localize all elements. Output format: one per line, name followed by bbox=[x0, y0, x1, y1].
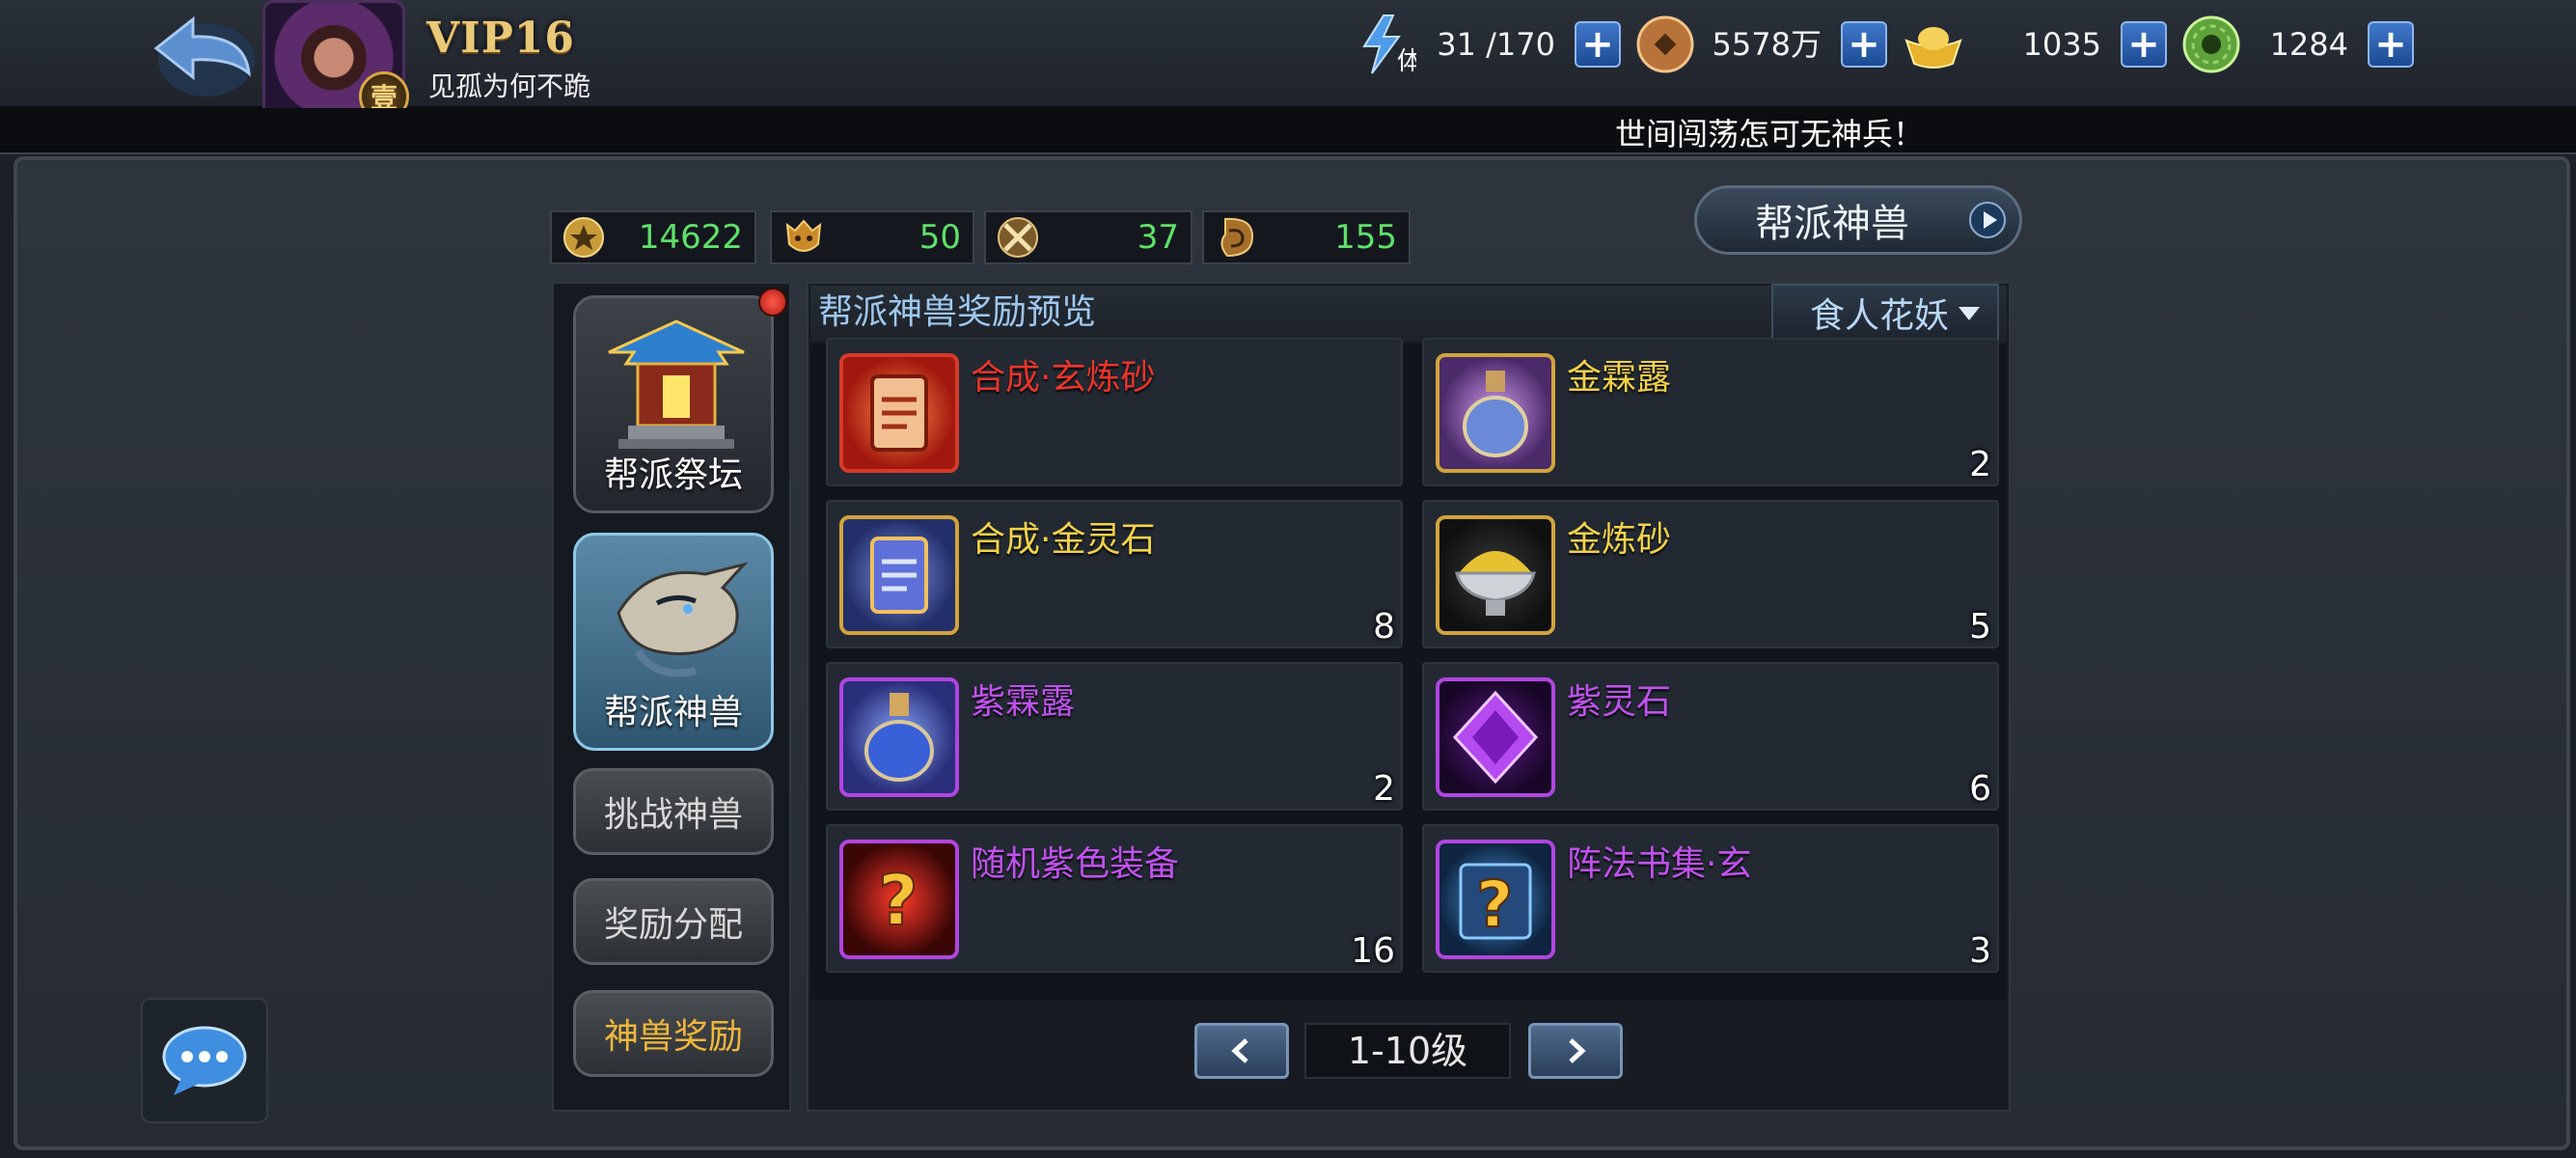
tab-beast-reward[interactable]: 神兽奖励 bbox=[573, 990, 774, 1077]
item-count: 16 bbox=[1351, 931, 1395, 971]
stamina-lightning-icon: 体 bbox=[1355, 14, 1416, 75]
stamina-resource: 体 31 /170 + bbox=[1355, 14, 1621, 75]
scroll-token-icon bbox=[1214, 215, 1258, 260]
item-count: 5 bbox=[1969, 607, 1991, 647]
gold-ingot-icon bbox=[1903, 14, 1964, 75]
random-equipment-icon: ? bbox=[839, 840, 959, 959]
announcement-bar: 世间闯荡怎可无神兵！ bbox=[0, 108, 2576, 154]
jade-coin-icon bbox=[2180, 14, 2242, 75]
beast-select-dropdown[interactable]: 食人花妖 bbox=[1771, 284, 1999, 342]
add-stamina-button[interactable]: + bbox=[1575, 21, 1621, 68]
gold-potion-icon bbox=[1436, 353, 1555, 473]
svg-text:体: 体 bbox=[1397, 47, 1416, 75]
item-count: 2 bbox=[1373, 769, 1395, 809]
purple-potion-icon bbox=[839, 677, 959, 797]
add-jade-button[interactable]: + bbox=[2368, 21, 2414, 68]
item-name: 紫霖露 bbox=[971, 682, 1076, 722]
guild-beast-title-button[interactable]: 帮派神兽 bbox=[1694, 185, 2022, 255]
beast-head-icon bbox=[781, 215, 826, 260]
reward-item[interactable]: 2 金霖露 bbox=[1422, 338, 1999, 486]
copper-resource: 5578万 + bbox=[1634, 14, 1887, 75]
guild-contribution-icon bbox=[562, 215, 606, 260]
add-gold-button[interactable]: + bbox=[2121, 21, 2167, 68]
svg-text:?: ? bbox=[1476, 868, 1513, 942]
copper-coin-icon bbox=[1634, 14, 1696, 75]
svg-text:?: ? bbox=[878, 860, 918, 941]
stat-token: 155 bbox=[1202, 210, 1411, 264]
add-copper-button[interactable]: + bbox=[1841, 21, 1887, 68]
item-count: 3 bbox=[1969, 931, 1991, 971]
vip-level: VIP16 bbox=[426, 14, 576, 63]
random-book-icon: ? bbox=[1436, 840, 1555, 959]
reward-item[interactable]: 5 金炼砂 bbox=[1422, 500, 1999, 648]
chevron-down-icon bbox=[1959, 307, 1980, 320]
battle-value: 37 bbox=[1137, 218, 1179, 257]
next-page-button[interactable] bbox=[1528, 1023, 1623, 1079]
reward-item[interactable]: 8 合成·金灵石 bbox=[826, 500, 1403, 648]
chevron-right-icon bbox=[1569, 1038, 1586, 1063]
tab-label: 帮派祭坛 bbox=[603, 455, 743, 495]
item-count: 2 bbox=[1969, 445, 1991, 484]
item-name: 金霖露 bbox=[1567, 358, 1672, 398]
back-button[interactable] bbox=[145, 8, 260, 100]
blue-scroll-icon bbox=[839, 515, 959, 635]
chat-bubble-icon bbox=[162, 1026, 247, 1095]
stat-battle: 37 bbox=[984, 210, 1192, 264]
gold-value: 1035 bbox=[2022, 26, 2101, 63]
stamina-value: 31 /170 bbox=[1437, 26, 1555, 63]
token-value: 155 bbox=[1334, 218, 1397, 257]
chat-button[interactable] bbox=[141, 998, 268, 1123]
item-name: 阵法书集·玄 bbox=[1567, 844, 1752, 884]
title-button-label: 帮派神兽 bbox=[1755, 202, 1909, 246]
notification-dot bbox=[758, 288, 787, 317]
level-range-label: 1-10级 bbox=[1304, 1023, 1511, 1079]
back-arrow-icon bbox=[153, 15, 255, 96]
prev-page-button[interactable] bbox=[1194, 1023, 1289, 1079]
chevron-left-icon bbox=[1231, 1038, 1248, 1063]
jade-resource: 1284 + bbox=[2180, 14, 2414, 75]
gold-sand-bowl-icon bbox=[1436, 515, 1555, 635]
tab-challenge-beast[interactable]: 挑战神兽 bbox=[573, 768, 774, 855]
play-arrow-icon bbox=[1969, 202, 2006, 238]
item-name: 随机紫色装备 bbox=[971, 844, 1180, 884]
contribution-value: 14622 bbox=[638, 218, 743, 257]
tab-guild-altar[interactable]: 帮派祭坛 bbox=[573, 295, 774, 513]
item-name: 紫灵石 bbox=[1567, 682, 1672, 722]
item-name: 金炼砂 bbox=[1567, 520, 1672, 560]
beast-dragon-icon bbox=[617, 562, 749, 677]
stat-contribution: 14622 bbox=[550, 210, 756, 264]
gold-resource: 1035 + bbox=[1903, 14, 2167, 75]
item-count: 6 bbox=[1969, 769, 1991, 809]
tab-guild-beast[interactable]: 帮派神兽 bbox=[573, 533, 774, 751]
tab-label: 帮派神兽 bbox=[603, 693, 743, 732]
reward-item[interactable]: 合成·玄炼砂 bbox=[826, 338, 1403, 486]
item-count: 8 bbox=[1373, 607, 1395, 647]
reward-item[interactable]: ? 3 阵法书集·玄 bbox=[1422, 824, 1999, 973]
player-name: 见孤为何不跪 bbox=[428, 70, 591, 102]
item-name: 合成·玄炼砂 bbox=[971, 358, 1156, 398]
reward-item[interactable]: ? 16 随机紫色装备 bbox=[826, 824, 1403, 973]
tab-reward-distribution[interactable]: 奖励分配 bbox=[573, 878, 774, 965]
copper-value: 5578万 bbox=[1712, 26, 1822, 63]
stat-beast: 50 bbox=[770, 210, 974, 264]
item-name: 合成·金灵石 bbox=[971, 520, 1156, 560]
panel-title: 帮派神兽奖励预览 bbox=[818, 292, 1097, 332]
reward-item[interactable]: 6 紫灵石 bbox=[1422, 662, 1999, 811]
purple-gem-icon bbox=[1436, 677, 1555, 797]
altar-pavilion-icon bbox=[608, 319, 745, 449]
dropdown-value: 食人花妖 bbox=[1810, 296, 1950, 336]
reward-item[interactable]: 2 紫霖露 bbox=[826, 662, 1403, 811]
announcement-text: 世间闯荡怎可无神兵！ bbox=[1615, 116, 1924, 151]
red-scroll-icon bbox=[839, 353, 959, 473]
crossed-swords-icon bbox=[996, 215, 1040, 260]
jade-value: 1284 bbox=[2269, 26, 2348, 63]
beast-value: 50 bbox=[918, 218, 961, 257]
